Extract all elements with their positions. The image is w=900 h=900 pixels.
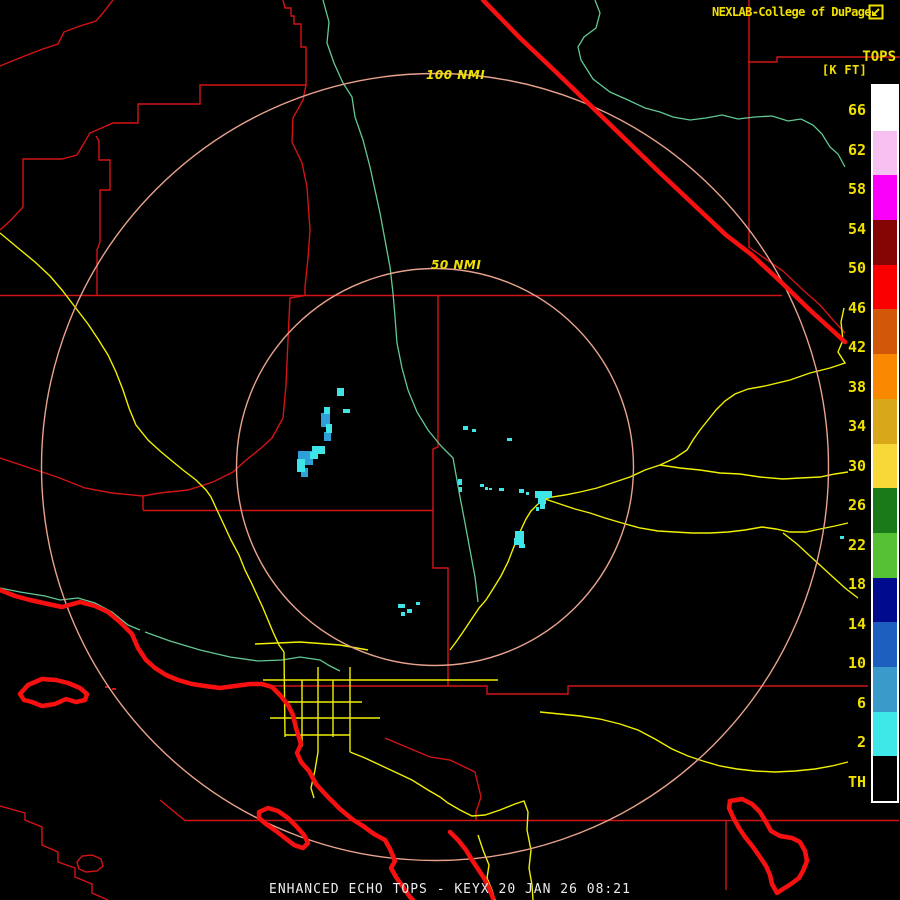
legend-tick-label: 50 — [830, 259, 866, 277]
legend-color-segment — [873, 131, 897, 176]
coastline — [0, 590, 413, 900]
legend-color-segment — [873, 712, 897, 757]
legend-tick-label: 46 — [830, 299, 866, 317]
legend-color-segment — [873, 354, 897, 399]
range-ring-50nmi — [237, 269, 634, 666]
legend-tick-label: TH — [830, 773, 866, 791]
range-ring-100nmi — [42, 74, 829, 861]
island-santa-cruz — [20, 679, 87, 706]
legend-color-segment — [873, 533, 897, 578]
legend-tick-label: 66 — [830, 101, 866, 119]
legend-tick-label: 14 — [830, 615, 866, 633]
legend-color-segment — [873, 175, 897, 220]
cod-logo-icon — [868, 4, 884, 20]
legend-color-segment — [873, 488, 897, 533]
legend-tick-label: 10 — [830, 654, 866, 672]
legend-tick-label: 54 — [830, 220, 866, 238]
legend-units: [K FT] — [822, 63, 867, 77]
site-title: NEXLAB-College of DuPage — [712, 5, 871, 19]
legend-colorbar — [871, 84, 899, 803]
legend-tick-label: 2 — [830, 733, 866, 751]
county-boundaries — [0, 0, 900, 900]
legend-color-segment — [873, 578, 897, 623]
legend-color-segment — [873, 667, 897, 712]
legend-tick-label: 42 — [830, 338, 866, 356]
legend-tick-label: 30 — [830, 457, 866, 475]
range-ring-50nmi-label: 50 NMI — [431, 258, 481, 272]
island-catalina — [259, 808, 308, 848]
rivers — [0, 0, 845, 671]
legend-color-segment — [873, 756, 897, 801]
legend-tick-label: 62 — [830, 141, 866, 159]
radar-echoes — [297, 388, 844, 616]
legend-color-segment — [873, 309, 897, 354]
legend-color-segment — [873, 265, 897, 310]
legend-tick-label: 26 — [830, 496, 866, 514]
legend-tick-label: 22 — [830, 536, 866, 554]
island-san-clemente — [729, 799, 807, 893]
legend-tick-label: 38 — [830, 378, 866, 396]
legend-color-segment — [873, 444, 897, 489]
interstate-15 — [483, 0, 845, 342]
range-rings — [42, 74, 829, 861]
legend-tick-label: 18 — [830, 575, 866, 593]
legend-color-segment — [873, 86, 897, 131]
legend-color-segment — [873, 399, 897, 444]
legend-tick-label: 6 — [830, 694, 866, 712]
legend-tick-label: 58 — [830, 180, 866, 198]
legend-title: TOPS — [862, 49, 896, 65]
legend-color-segment — [873, 220, 897, 265]
radar-screen: NEXLAB-College of DuPage TOPS [K FT] 100… — [0, 0, 900, 900]
product-caption: ENHANCED ECHO TOPS - KEYX 20 JAN 26 08:2… — [269, 882, 631, 897]
radar-map — [0, 0, 900, 900]
range-ring-100nmi-label: 100 NMI — [426, 68, 485, 82]
legend-tick-label: 34 — [830, 417, 866, 435]
legend-color-segment — [873, 622, 897, 667]
